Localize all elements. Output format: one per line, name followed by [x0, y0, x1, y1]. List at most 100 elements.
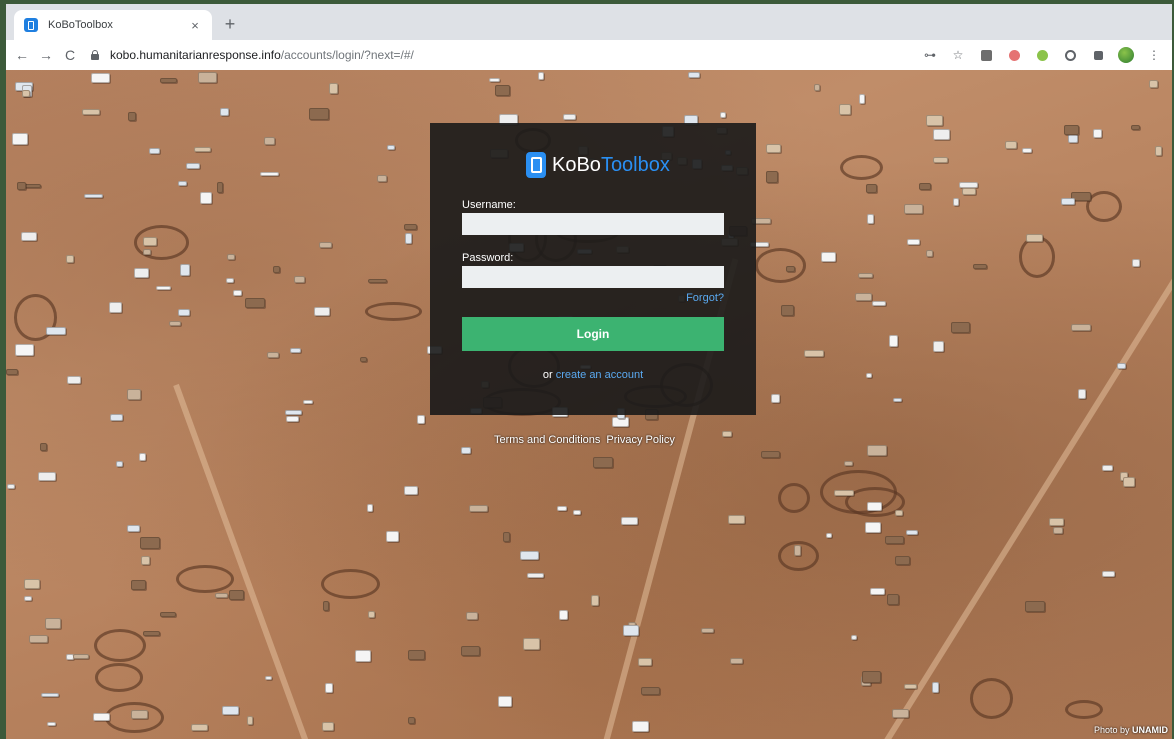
back-arrow-icon[interactable]: ←	[10, 43, 34, 67]
extension-4-icon[interactable]	[1062, 47, 1078, 63]
username-input[interactable]	[462, 213, 724, 235]
terms-link[interactable]: Terms and Conditions	[494, 434, 600, 446]
shelter	[765, 171, 779, 184]
shelter	[1092, 129, 1102, 139]
puzzle-icon[interactable]	[1090, 47, 1106, 63]
shelter	[408, 717, 415, 725]
shelter	[866, 445, 887, 457]
shelter	[229, 590, 245, 600]
kobotoolbox-logo-icon	[526, 152, 546, 178]
shelter	[81, 108, 101, 115]
close-tab-icon[interactable]: ×	[188, 18, 202, 33]
shelter	[465, 611, 478, 620]
shelter	[834, 490, 854, 497]
fenced-compound	[176, 565, 234, 594]
shelter	[245, 297, 266, 308]
shelter	[1117, 363, 1127, 370]
address-bar[interactable]: kobo.humanitarianresponse.info/accounts/…	[90, 44, 922, 66]
shelter	[91, 73, 111, 83]
star-icon[interactable]: ☆	[950, 47, 966, 63]
reload-icon[interactable]: C	[58, 43, 82, 67]
forgot-password-link[interactable]: Forgot?	[686, 292, 724, 304]
shelter	[387, 144, 396, 150]
shelter	[40, 692, 59, 697]
shelter	[727, 514, 746, 525]
shelter	[130, 709, 148, 719]
shelter	[66, 254, 75, 263]
shelter	[489, 77, 501, 83]
shelter	[761, 451, 780, 458]
tab-title: KoBoToolbox	[48, 19, 113, 31]
shelter	[925, 114, 944, 127]
shelter	[1148, 80, 1159, 89]
photo-credit-name[interactable]: UNAMID	[1132, 725, 1168, 735]
shelter	[180, 264, 190, 276]
key-icon[interactable]: ⊶	[922, 47, 938, 63]
forward-arrow-icon[interactable]: →	[34, 43, 58, 67]
shelter	[780, 305, 794, 317]
privacy-link[interactable]: Privacy Policy	[606, 434, 674, 446]
shelter	[537, 72, 544, 81]
shelter	[366, 504, 373, 512]
extension-3-icon[interactable]	[1034, 47, 1050, 63]
shelter	[793, 545, 801, 557]
shelter	[730, 658, 743, 664]
shelter	[825, 533, 833, 539]
shelter	[701, 628, 715, 633]
new-tab-button[interactable]: +	[220, 14, 240, 34]
password-input[interactable]	[462, 266, 724, 288]
kobotoolbox-logo: KoBo Toolbox	[526, 151, 670, 179]
shelter	[185, 162, 200, 170]
shelter	[1155, 145, 1162, 156]
shelter	[246, 715, 254, 726]
fenced-compound	[364, 302, 423, 322]
shelter	[143, 248, 151, 255]
shelter	[46, 327, 66, 336]
shelter	[272, 266, 280, 273]
shelter	[527, 572, 544, 578]
shelter	[220, 107, 229, 117]
shelter	[108, 301, 123, 314]
shelter	[216, 182, 223, 193]
shelter	[6, 368, 18, 375]
shelter	[864, 522, 882, 533]
fenced-compound	[1064, 699, 1104, 720]
fenced-compound	[95, 663, 143, 692]
shelter	[865, 183, 877, 194]
password-label: Password:	[462, 252, 514, 264]
shelter	[871, 301, 887, 307]
extension-1-icon[interactable]	[978, 47, 994, 63]
fenced-compound	[969, 678, 1014, 720]
lock-icon[interactable]	[90, 50, 100, 60]
shelter	[770, 394, 780, 404]
login-button[interactable]: Login	[462, 317, 724, 351]
shelter	[302, 400, 314, 405]
shelter	[866, 213, 874, 224]
shelter	[11, 132, 28, 145]
shelter	[285, 410, 302, 416]
shelter	[28, 635, 49, 644]
shelter	[7, 484, 15, 490]
shelter	[130, 579, 147, 590]
shelter	[314, 307, 331, 317]
create-account-link[interactable]: create an account	[556, 369, 643, 381]
shelter	[918, 182, 931, 190]
shelter	[572, 510, 582, 516]
kebab-menu-icon[interactable]: ⋮	[1146, 47, 1162, 63]
shelter	[155, 286, 172, 291]
shelter	[199, 192, 212, 204]
browser-tab[interactable]: KoBoToolbox ×	[14, 10, 212, 40]
login-card: KoBo Toolbox Username: Password: Forgot? …	[430, 123, 756, 415]
shelter	[367, 610, 376, 618]
shelter	[1101, 464, 1113, 472]
shelter	[495, 85, 510, 97]
shelter	[23, 595, 33, 601]
tab-strip: KoBoToolbox × +	[6, 4, 1172, 40]
fenced-compound	[93, 628, 146, 662]
browser-window: KoBoToolbox × + ← → C kobo.humanitarianr…	[6, 4, 1172, 739]
shelter	[44, 617, 62, 630]
shelter	[193, 147, 211, 153]
profile-avatar[interactable]	[1118, 47, 1134, 63]
extension-2-icon[interactable]	[1006, 47, 1022, 63]
shelter	[895, 509, 903, 516]
